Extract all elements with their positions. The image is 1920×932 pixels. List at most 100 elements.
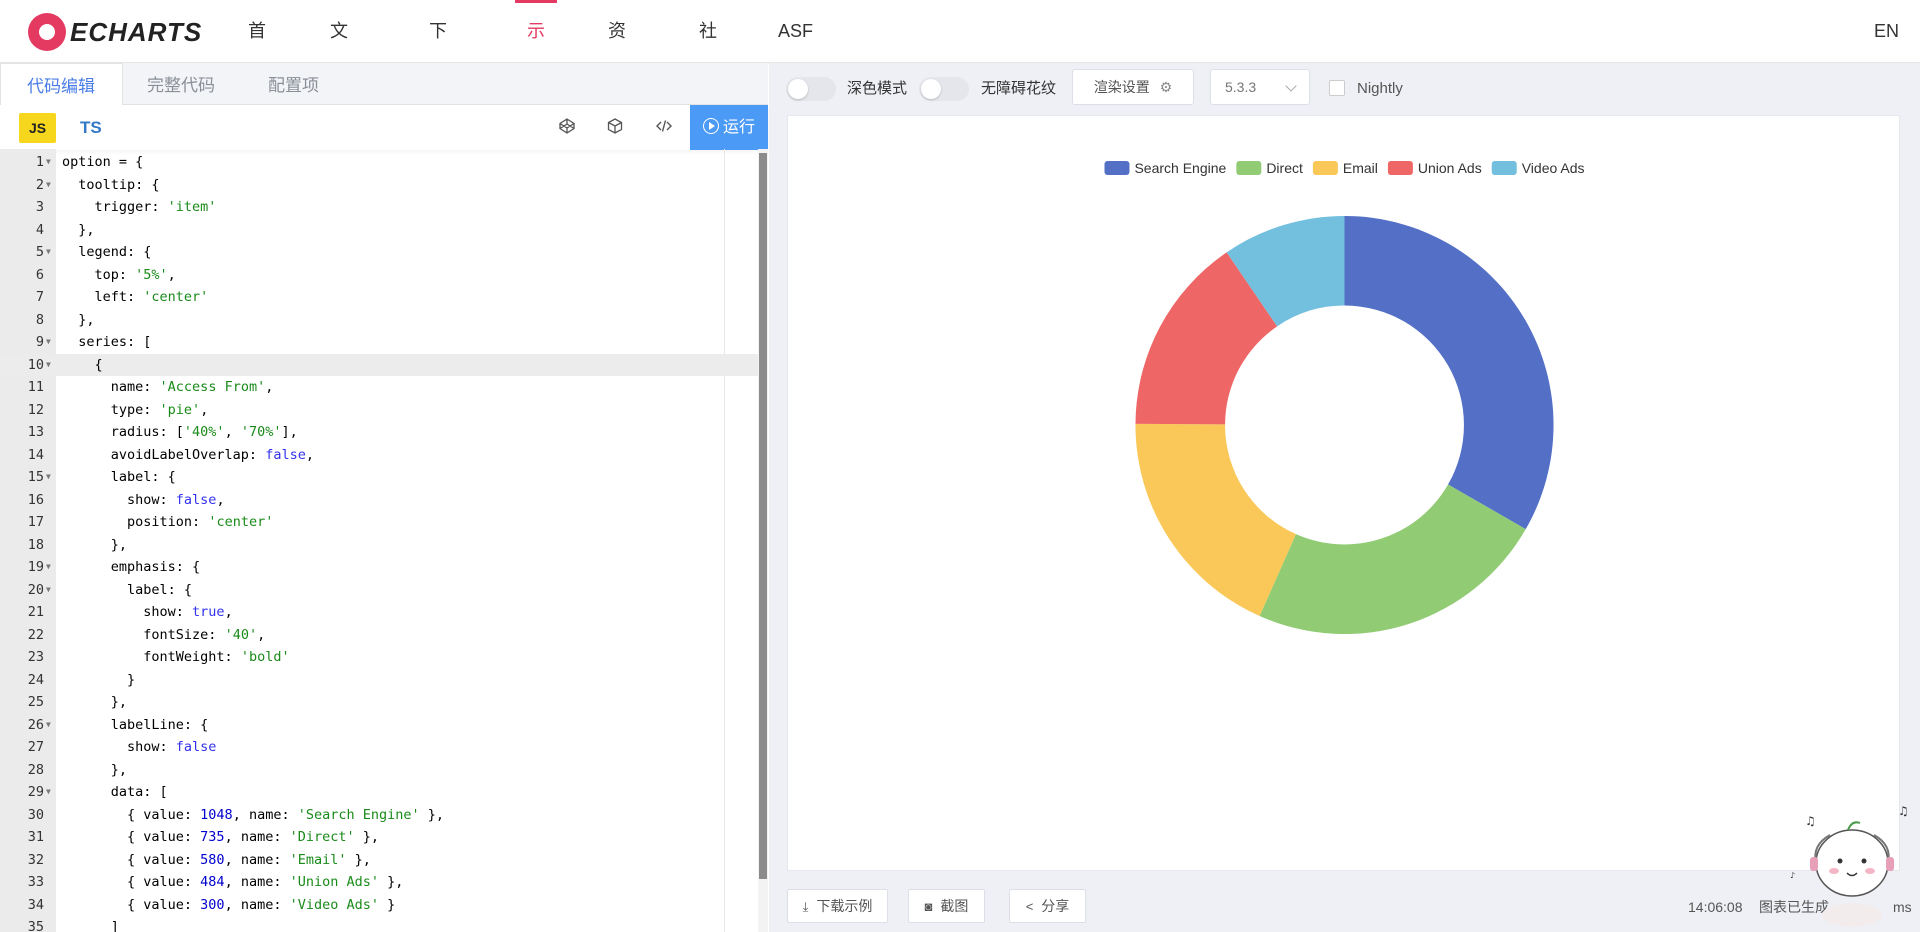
pie-slice[interactable] <box>1260 485 1526 635</box>
fold-arrow-icon[interactable]: ▼ <box>46 354 51 377</box>
code-token: series: [ <box>62 334 151 350</box>
chart-container[interactable]: Search Engine Direct Email Union Ads Video A… <box>787 115 1900 871</box>
editor-toolbar: JS TS 运行 <box>0 105 768 150</box>
code-token: , name: <box>225 874 290 890</box>
code-svg <box>655 117 673 135</box>
code-token: data: [ <box>62 784 168 800</box>
line-number: 15 <box>0 466 44 489</box>
code-line: 19▼ emphasis: { <box>0 556 758 579</box>
code-token: , <box>225 604 233 620</box>
code-token: 484 <box>200 874 224 890</box>
nav-item-6[interactable]: ASF <box>778 0 813 63</box>
run-button[interactable]: 运行 <box>690 105 768 150</box>
fold-arrow-icon[interactable]: ▼ <box>46 579 51 602</box>
dark-mode-toggle[interactable] <box>786 77 836 101</box>
code-token: , <box>168 267 176 283</box>
accessibility-label: 无障碍花纹 <box>981 77 1056 101</box>
share-button[interactable]: <分享 <box>1009 889 1086 923</box>
code-text: emphasis: { <box>62 556 200 579</box>
line-number: 11 <box>0 376 44 399</box>
line-number: 20 <box>0 579 44 602</box>
nav-item-3[interactable]: 示例 <box>527 0 545 63</box>
code-line: 9▼ series: [ <box>0 331 758 354</box>
screenshot-button[interactable]: ◙截图 <box>908 889 985 923</box>
tab-code-edit[interactable]: 代码编辑 <box>0 63 123 106</box>
legend-item[interactable]: Email <box>1313 160 1378 176</box>
code-token: trigger: <box>62 199 168 215</box>
code-line: 21 show: true, <box>0 601 758 624</box>
render-settings-button[interactable]: 渲染设置 ⚙ <box>1072 69 1194 105</box>
code-text: } <box>62 669 135 692</box>
line-number: 28 <box>0 759 44 782</box>
tab-full-code[interactable]: 完整代码 <box>147 63 215 105</box>
legend-swatch <box>1313 161 1338 175</box>
code-token: top: <box>62 267 135 283</box>
fold-arrow-icon[interactable]: ▼ <box>46 556 51 579</box>
code-line: 4 }, <box>0 219 758 242</box>
nav-item-5[interactable]: 社区 <box>699 0 717 63</box>
line-number: 22 <box>0 624 44 647</box>
legend-label: Union Ads <box>1418 160 1482 176</box>
code-icon[interactable] <box>653 117 675 139</box>
code-token: type: <box>62 402 160 418</box>
fold-arrow-icon[interactable]: ▼ <box>46 331 51 354</box>
nav-item-2[interactable]: 下载 <box>429 0 447 63</box>
nav-item-0[interactable]: 首页 <box>248 0 266 63</box>
code-token: show: <box>62 492 176 508</box>
svg-text:♪: ♪ <box>1790 871 1795 880</box>
legend-swatch <box>1236 161 1261 175</box>
nightly-checkbox[interactable] <box>1329 80 1345 96</box>
code-line: 22 fontSize: '40', <box>0 624 758 647</box>
code-line: 25 }, <box>0 691 758 714</box>
echarts-logo[interactable]: ECHARTS <box>28 11 202 53</box>
legend-label: Direct <box>1266 160 1303 176</box>
code-token: left: <box>62 289 143 305</box>
code-line: 24 } <box>0 669 758 692</box>
legend-item[interactable]: Direct <box>1236 160 1303 176</box>
editor-scrollbar[interactable] <box>758 149 768 932</box>
line-number: 35 <box>0 916 44 932</box>
js-button[interactable]: JS <box>19 113 56 143</box>
version-select[interactable]: 5.3.3 <box>1210 69 1310 105</box>
fold-arrow-icon[interactable]: ▼ <box>46 466 51 489</box>
code-editor[interactable]: 1▼option = {2▼ tooltip: {3 trigger: 'ite… <box>0 149 758 932</box>
code-token: 1048 <box>200 807 233 823</box>
ts-button[interactable]: TS <box>80 113 102 143</box>
legend-item[interactable]: Search Engine <box>1104 160 1226 176</box>
code-token: false <box>176 739 217 755</box>
fold-arrow-icon[interactable]: ▼ <box>46 781 51 804</box>
line-number: 4 <box>0 219 44 242</box>
code-token: 'center' <box>208 514 273 530</box>
code-text: }, <box>62 219 95 242</box>
pie-chart[interactable]: Search Engine Direct Email Union Ads Video A… <box>788 116 1901 872</box>
camera-icon: ◙ <box>925 899 933 914</box>
code-text: left: 'center' <box>62 286 208 309</box>
fold-arrow-icon[interactable]: ▼ <box>46 174 51 197</box>
code-token: , <box>200 402 208 418</box>
nav-item-1[interactable]: 文档 <box>330 0 348 63</box>
scrollbar-thumb[interactable] <box>759 153 767 879</box>
code-token: }, <box>379 874 403 890</box>
version-value: 5.3.3 <box>1225 79 1256 95</box>
code-line: 2▼ tooltip: { <box>0 174 758 197</box>
tab-config-options[interactable]: 配置项 <box>268 63 319 105</box>
pie-slice[interactable] <box>1345 216 1554 529</box>
code-text: }, <box>62 691 127 714</box>
nav-item-4[interactable]: 资源 <box>608 0 626 63</box>
code-line: 33 { value: 484, name: 'Union Ads' }, <box>0 871 758 894</box>
code-text: fontWeight: 'bold' <box>62 646 290 669</box>
code-text: { <box>62 354 103 377</box>
fold-arrow-icon[interactable]: ▼ <box>46 714 51 737</box>
language-switch[interactable]: EN <box>1874 0 1899 63</box>
legend-item[interactable]: Video Ads <box>1492 160 1585 176</box>
codepen-icon[interactable] <box>556 117 578 139</box>
legend-label: Video Ads <box>1522 160 1585 176</box>
nav-item-label: ASF <box>778 21 813 41</box>
fold-arrow-icon[interactable]: ▼ <box>46 241 51 264</box>
download-example-button[interactable]: ⤓下载示例 <box>787 889 888 923</box>
pie-slice[interactable] <box>1135 424 1296 616</box>
codesandbox-icon[interactable] <box>604 117 626 139</box>
accessibility-toggle[interactable] <box>919 77 969 101</box>
legend-item[interactable]: Union Ads <box>1388 160 1482 176</box>
fold-arrow-icon[interactable]: ▼ <box>46 151 51 174</box>
